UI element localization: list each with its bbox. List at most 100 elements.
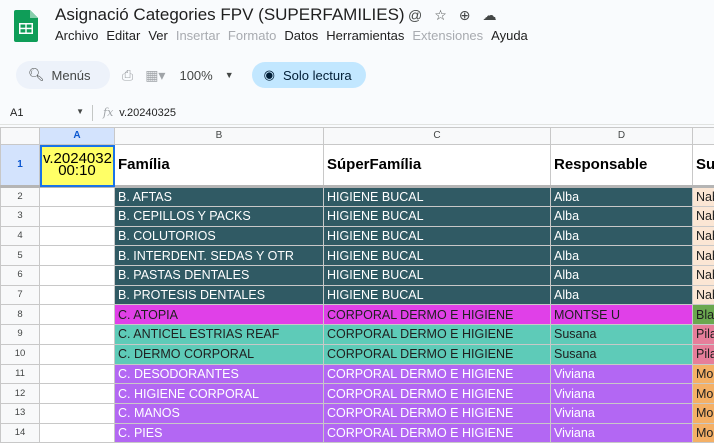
cell-a[interactable] — [39, 284, 115, 306]
formula-input[interactable]: v.20240325 — [119, 107, 176, 119]
cell-column-e[interactable]: Nab — [692, 225, 714, 247]
row-header[interactable]: 1 — [0, 144, 40, 188]
cell-superfamilia[interactable]: CORPORAL DERMO E HIGIENE — [323, 422, 551, 444]
at-icon[interactable]: @ — [408, 7, 422, 24]
row-header[interactable]: 3 — [0, 206, 40, 227]
cell-responsable[interactable]: MONTSE U — [550, 304, 693, 326]
cell-responsable[interactable]: Susana — [550, 324, 693, 345]
select-all-corner[interactable] — [0, 127, 40, 145]
cell-responsable[interactable]: Alba — [550, 284, 693, 306]
header-familia[interactable]: Família — [114, 144, 324, 188]
header-responsable[interactable]: Responsable — [550, 144, 693, 188]
cell-column-e[interactable]: Mo — [692, 383, 714, 404]
menus-search-button[interactable]: 🔍︎ Menús — [16, 61, 110, 89]
cell-responsable[interactable]: Alba — [550, 186, 693, 207]
row-header[interactable]: 11 — [0, 363, 40, 385]
cell-a[interactable] — [39, 363, 115, 385]
cell-column-e[interactable]: Nab — [692, 206, 714, 227]
menu-ayuda[interactable]: Ayuda — [491, 28, 528, 43]
menu-ver[interactable]: Ver — [148, 28, 168, 43]
cell-superfamilia[interactable]: HIGIENE BUCAL — [323, 265, 551, 286]
cell-a[interactable] — [39, 245, 115, 267]
row-header[interactable]: 14 — [0, 422, 40, 444]
cell-responsable[interactable]: Viviana — [550, 402, 693, 424]
cell-responsable[interactable]: Alba — [550, 225, 693, 247]
row-header[interactable]: 8 — [0, 304, 40, 326]
cell-superfamilia[interactable]: HIGIENE BUCAL — [323, 206, 551, 227]
cell-familia[interactable]: C. PIES — [114, 422, 324, 444]
row-header[interactable]: 2 — [0, 186, 40, 207]
cell-superfamilia[interactable]: HIGIENE BUCAL — [323, 284, 551, 306]
cell-familia[interactable]: B. INTERDENT. SEDAS Y OTR — [114, 245, 324, 267]
menu-datos[interactable]: Datos — [284, 28, 318, 43]
cell-a[interactable] — [39, 324, 115, 345]
cell-column-e[interactable]: Nab — [692, 245, 714, 267]
cell-column-e[interactable]: Nab — [692, 265, 714, 286]
cell-a[interactable] — [39, 265, 115, 286]
header-superfamilia[interactable]: SúperFamília — [323, 144, 551, 188]
spreadsheet-grid[interactable]: A B C D 1 v.20240325 00:10 Família Súper… — [0, 127, 714, 447]
cell-superfamilia[interactable]: CORPORAL DERMO E HIGIENE — [323, 304, 551, 326]
cell-familia[interactable]: B. PASTAS DENTALES — [114, 265, 324, 286]
cell-column-e[interactable]: Pila — [692, 324, 714, 345]
column-header-c[interactable]: C — [323, 127, 551, 145]
column-header-e[interactable] — [692, 127, 714, 145]
header-column-e[interactable]: Su — [692, 144, 714, 188]
cell-a1-version[interactable]: v.20240325 00:10 — [39, 144, 115, 188]
row-header[interactable]: 13 — [0, 402, 40, 424]
column-header-d[interactable]: D — [550, 127, 693, 145]
cell-familia[interactable]: B. PROTESIS DENTALES — [114, 284, 324, 306]
row-header[interactable]: 9 — [0, 324, 40, 345]
document-title[interactable]: Asignació Categories FPV (SUPERFAMILIES) — [55, 5, 405, 25]
cell-responsable[interactable]: Viviana — [550, 422, 693, 444]
cell-familia[interactable]: C. MANOS — [114, 402, 324, 424]
chevron-down-icon[interactable]: ▼ — [225, 70, 234, 80]
cell-familia[interactable]: B. AFTAS — [114, 186, 324, 207]
cell-column-e[interactable]: Nab — [692, 186, 714, 207]
cell-a[interactable] — [39, 304, 115, 326]
cell-superfamilia[interactable]: HIGIENE BUCAL — [323, 186, 551, 207]
cell-a[interactable] — [39, 422, 115, 444]
cell-superfamilia[interactable]: CORPORAL DERMO E HIGIENE — [323, 383, 551, 404]
cell-a[interactable] — [39, 225, 115, 247]
cell-column-e[interactable]: Pila — [692, 343, 714, 365]
cell-superfamilia[interactable]: HIGIENE BUCAL — [323, 245, 551, 267]
cell-familia[interactable]: C. HIGIENE CORPORAL — [114, 383, 324, 404]
name-box[interactable]: A1 ▼ — [0, 107, 92, 119]
cloud-status-icon[interactable]: ☁ — [483, 7, 497, 24]
format-view-icon[interactable]: ▦▾ — [145, 67, 165, 84]
cell-column-e[interactable]: Mo — [692, 422, 714, 444]
menu-herramientas[interactable]: Herramientas — [326, 28, 404, 43]
column-header-b[interactable]: B — [114, 127, 324, 145]
cell-responsable[interactable]: Susana — [550, 343, 693, 365]
zoom-select[interactable]: 100% — [179, 68, 212, 83]
cell-a[interactable] — [39, 402, 115, 424]
column-header-a[interactable]: A — [39, 127, 115, 145]
cell-a[interactable] — [39, 343, 115, 365]
cell-column-e[interactable]: Bla — [692, 304, 714, 326]
cell-a[interactable] — [39, 206, 115, 227]
cell-responsable[interactable]: Alba — [550, 265, 693, 286]
row-header[interactable]: 6 — [0, 265, 40, 286]
cell-superfamilia[interactable]: HIGIENE BUCAL — [323, 225, 551, 247]
cell-familia[interactable]: B. CEPILLOS Y PACKS — [114, 206, 324, 227]
cell-a[interactable] — [39, 383, 115, 404]
menu-archivo[interactable]: Archivo — [55, 28, 98, 43]
cell-familia[interactable]: C. ANTICEL ESTRIAS REAF — [114, 324, 324, 345]
cell-familia[interactable]: C. DERMO CORPORAL — [114, 343, 324, 365]
cell-responsable[interactable]: Alba — [550, 245, 693, 267]
star-icon[interactable]: ☆ — [434, 7, 447, 24]
cell-superfamilia[interactable]: CORPORAL DERMO E HIGIENE — [323, 402, 551, 424]
cell-responsable[interactable]: Viviana — [550, 383, 693, 404]
cell-column-e[interactable]: Mo — [692, 402, 714, 424]
row-header[interactable]: 10 — [0, 343, 40, 365]
cell-a[interactable] — [39, 186, 115, 207]
row-header[interactable]: 4 — [0, 225, 40, 247]
menu-editar[interactable]: Editar — [106, 28, 140, 43]
cell-superfamilia[interactable]: CORPORAL DERMO E HIGIENE — [323, 324, 551, 345]
cell-familia[interactable]: B. COLUTORIOS — [114, 225, 324, 247]
row-header[interactable]: 5 — [0, 245, 40, 267]
add-drive-icon[interactable]: ⊕ — [459, 7, 471, 24]
row-header[interactable]: 12 — [0, 383, 40, 404]
cell-superfamilia[interactable]: CORPORAL DERMO E HIGIENE — [323, 363, 551, 385]
